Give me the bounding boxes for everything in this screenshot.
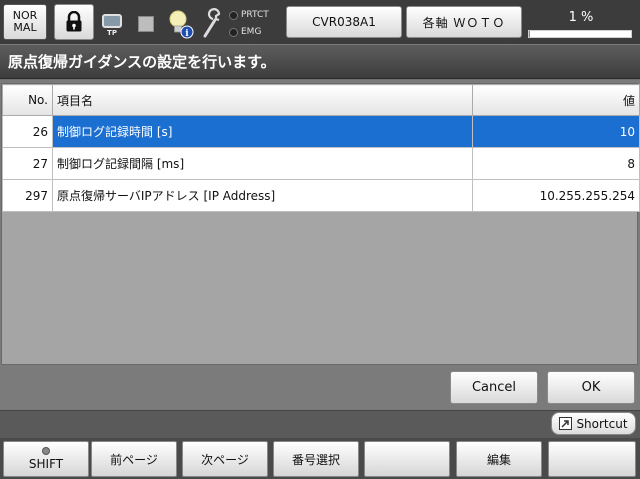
- next-page-key[interactable]: 次ページ: [182, 441, 268, 477]
- speed-override-text: 1 %: [568, 10, 594, 25]
- page-title: 原点復帰ガイダンスの設定を行います。: [0, 44, 640, 79]
- emg-led: [229, 27, 238, 37]
- row-no: 26: [2, 115, 53, 148]
- speed-override: 1 %: [528, 10, 634, 38]
- prtct-indicator: PRTCT: [229, 10, 269, 20]
- emg-label: EMG: [241, 27, 262, 37]
- prtct-led: [229, 10, 238, 20]
- mode-line2: MAL: [13, 21, 37, 34]
- cancel-button[interactable]: Cancel: [450, 371, 538, 404]
- table-row[interactable]: 297 原点復帰サーバIPアドレス [IP Address] 10.255.25…: [2, 179, 640, 212]
- ok-button[interactable]: OK: [547, 371, 635, 404]
- parameter-table: No. 項目名 値 26 制御ログ記録時間 [s] 10 27 制御ログ記録間隔…: [2, 84, 640, 212]
- row-no: 27: [2, 147, 53, 180]
- axis-mode-button[interactable]: 各軸 ＷＯＴＯ: [406, 6, 522, 38]
- lock-icon: [66, 11, 82, 32]
- function-key-5[interactable]: [364, 441, 450, 477]
- robot-name-button[interactable]: CVR038A1: [286, 6, 402, 38]
- wrench-icon: [200, 8, 224, 40]
- column-header-no: No.: [2, 84, 53, 116]
- parameter-table-area: No. 項目名 値 26 制御ログ記録時間 [s] 10 27 制御ログ記録間隔…: [1, 83, 640, 365]
- row-value[interactable]: 10.255.255.254: [472, 179, 640, 212]
- function-key-bar: SHIFT 前ページ 次ページ 番号選択 編集: [0, 438, 640, 479]
- svg-text:i: i: [185, 29, 189, 39]
- lock-button[interactable]: [54, 4, 94, 40]
- status-bar: NOR MAL TP i PRTCT EMG CVR038A1 各軸 ＷＯＴＯ …: [0, 0, 640, 44]
- prtct-label: PRTCT: [241, 10, 269, 20]
- edit-key[interactable]: 編集: [456, 441, 542, 477]
- function-key-7[interactable]: [548, 441, 636, 477]
- stop-icon: [138, 16, 154, 32]
- shortcut-label: Shortcut: [576, 416, 628, 431]
- shortcut-button[interactable]: Shortcut: [551, 412, 636, 435]
- number-select-key[interactable]: 番号選択: [273, 441, 359, 477]
- table-header-row: No. 項目名 値: [2, 84, 640, 116]
- row-name[interactable]: 制御ログ記録時間 [s]: [52, 115, 473, 148]
- speed-override-bar: [528, 30, 632, 38]
- mode-button[interactable]: NOR MAL: [3, 4, 47, 40]
- shortcut-icon: [559, 417, 573, 430]
- speed-override-fill: [529, 31, 531, 37]
- shift-led: [42, 447, 50, 455]
- shortcut-strip: [0, 410, 640, 438]
- emg-indicator: EMG: [229, 27, 261, 37]
- table-row[interactable]: 26 制御ログ記録時間 [s] 10: [2, 115, 640, 148]
- column-header-name: 項目名: [52, 84, 473, 116]
- shift-key[interactable]: SHIFT: [3, 441, 89, 477]
- tp-label: TP: [107, 28, 117, 37]
- table-row[interactable]: 27 制御ログ記録間隔 [ms] 8: [2, 147, 640, 180]
- shift-label: SHIFT: [28, 457, 64, 471]
- row-name[interactable]: 制御ログ記録間隔 [ms]: [52, 147, 473, 180]
- teach-pendant-icon: TP: [100, 10, 124, 40]
- bulb-info-icon: i: [165, 8, 195, 40]
- main-panel: No. 項目名 値 26 制御ログ記録時間 [s] 10 27 制御ログ記録間隔…: [0, 80, 640, 410]
- prev-page-key[interactable]: 前ページ: [91, 441, 177, 477]
- row-value[interactable]: 10: [472, 115, 640, 148]
- column-header-value: 値: [472, 84, 640, 116]
- row-name[interactable]: 原点復帰サーバIPアドレス [IP Address]: [52, 179, 473, 212]
- row-value[interactable]: 8: [472, 147, 640, 180]
- row-no: 297: [2, 179, 53, 212]
